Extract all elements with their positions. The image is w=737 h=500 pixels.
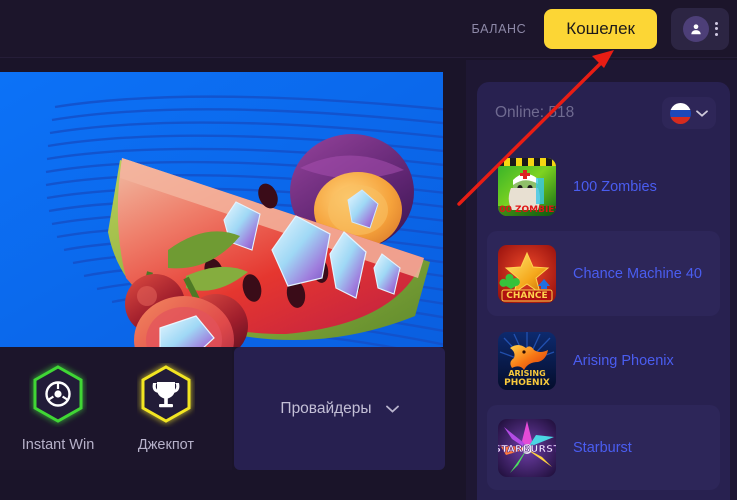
wallet-button[interactable]: Кошелек [544, 8, 657, 49]
user-icon [682, 15, 709, 42]
fruit-illustration [108, 134, 430, 347]
game-thumb-chance-machine-40: CHANCE [498, 244, 556, 303]
svg-text:PHOENIX: PHOENIX [504, 378, 550, 388]
game-row-starburst[interactable]: STARBURST Starburst [487, 405, 720, 490]
game-list: 100 ZOMBIES 100 Zombies [477, 144, 730, 490]
trophy-hexagon-icon [137, 363, 195, 427]
russia-flag-icon [670, 102, 691, 124]
svg-text:100 ZOMBIES: 100 ZOMBIES [498, 205, 556, 215]
game-row-100-zombies[interactable]: 100 ZOMBIES 100 Zombies [487, 144, 720, 229]
balance-label: БАЛАНС [471, 21, 527, 36]
providers-dropdown[interactable]: Провайдеры [234, 347, 445, 470]
game-name: Chance Machine 40 [573, 265, 702, 282]
game-thumb-starburst: STARBURST [498, 418, 556, 477]
chevron-down-icon [696, 104, 708, 122]
games-card: Online: 518 00 ZOMBIE 100 Zombies CHANCE… [477, 82, 730, 500]
category-label: Джекпот [137, 437, 195, 453]
casino-page: БАЛАНС Кошелек Instant Win Джекпот Прова… [0, 0, 737, 500]
providers-label: Провайдеры [280, 399, 372, 417]
right-sidebar: Online: 518 00 ZOMBIE 100 Zombies CHANCE… [466, 60, 737, 500]
game-name: Starburst [573, 439, 632, 456]
game-name: 100 Zombies [573, 178, 657, 195]
svg-text:CHANCE: CHANCE [506, 291, 547, 301]
online-count: Online: 518 [495, 104, 575, 121]
game-thumb-100-zombies: 100 ZOMBIES [498, 157, 556, 216]
chevron-down-icon [385, 400, 399, 418]
svg-text:ARISING: ARISING [508, 369, 545, 378]
game-thumb-arising-phoenix: ARISING PHOENIX [498, 331, 556, 390]
game-row-chance-machine-40[interactable]: CHANCE Chance Machine 40 [487, 231, 720, 316]
category-label: Instant Win [21, 437, 95, 453]
language-selector[interactable] [662, 97, 716, 129]
game-name: Arising Phoenix [573, 352, 674, 369]
category-panel: Instant Win Джекпот [0, 347, 232, 470]
category-jackpot[interactable]: Джекпот [112, 363, 220, 453]
account-button[interactable] [671, 7, 729, 50]
promo-banner[interactable] [0, 72, 443, 347]
sidebar-header: Online: 518 [477, 82, 730, 144]
category-instant-win[interactable]: Instant Win [4, 363, 112, 453]
svg-text:STARBURST: STARBURST [498, 444, 556, 455]
game-row-arising-phoenix[interactable]: ARISING PHOENIX Arising Phoenix [487, 318, 720, 403]
top-header: БАЛАНС Кошелек [0, 0, 737, 58]
wheel-hexagon-icon [29, 363, 87, 427]
kebab-menu-icon[interactable] [712, 21, 718, 36]
